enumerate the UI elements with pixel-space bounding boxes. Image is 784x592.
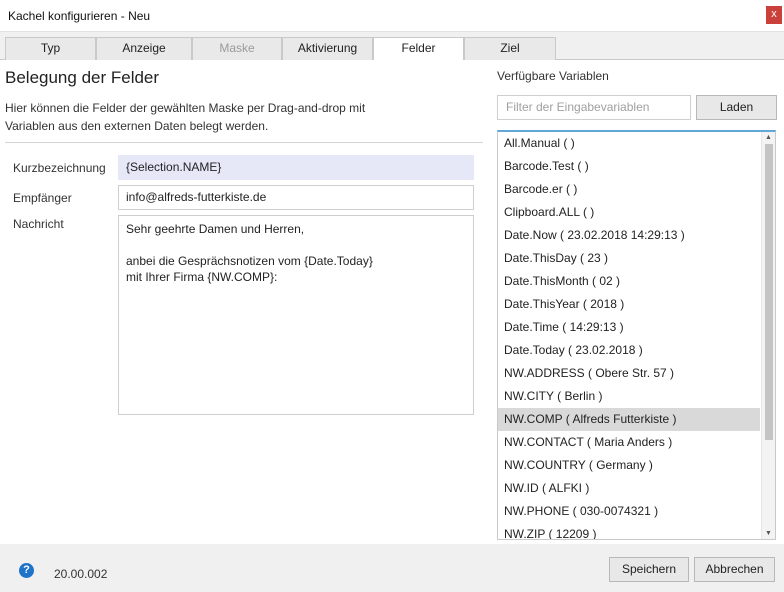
empfaenger-input[interactable]: info@alfreds-futterkiste.de (118, 185, 474, 210)
close-button[interactable]: x (766, 6, 782, 24)
help-icon[interactable]: ? (19, 563, 34, 578)
variable-item[interactable]: Barcode.er ( ) (498, 178, 760, 201)
page-title: Belegung der Felder (5, 68, 160, 87)
variable-item-selected[interactable]: NW.COMP ( Alfreds Futterkiste ) (498, 408, 760, 431)
variable-item[interactable]: NW.COUNTRY ( Germany ) (498, 454, 760, 477)
window-title: Kachel konfigurieren - Neu (8, 9, 151, 23)
variable-item[interactable]: NW.ADDRESS ( Obere Str. 57 ) (498, 362, 760, 385)
variable-item[interactable]: Date.Time ( 14:29:13 ) (498, 316, 760, 339)
title-bar: Kachel konfigurieren - Neu x (0, 0, 784, 32)
tab-maske: Maske (192, 37, 282, 60)
divider (5, 142, 483, 143)
tab-aktivierung[interactable]: Aktivierung (282, 37, 373, 60)
cancel-button[interactable]: Abbrechen (694, 557, 775, 582)
tab-felder[interactable]: Felder (373, 37, 464, 61)
variable-item[interactable]: Date.ThisMonth ( 02 ) (498, 270, 760, 293)
variable-item[interactable]: Date.ThisYear ( 2018 ) (498, 293, 760, 316)
variable-item[interactable]: NW.ID ( ALFKI ) (498, 477, 760, 500)
tab-ziel[interactable]: Ziel (464, 37, 556, 60)
variable-item[interactable]: Date.Now ( 23.02.2018 14:29:13 ) (498, 224, 760, 247)
nachricht-label: Nachricht (13, 217, 64, 231)
variable-item[interactable]: All.Manual ( ) (498, 132, 760, 155)
tab-bar: Typ Anzeige Maske Aktivierung Felder Zie… (0, 32, 784, 61)
variable-list-scrollbar[interactable]: ▲ ▼ (761, 132, 775, 539)
variable-item[interactable]: Date.ThisDay ( 23 ) (498, 247, 760, 270)
scroll-down-icon[interactable]: ▼ (762, 528, 775, 539)
nachricht-textarea[interactable]: Sehr geehrte Damen und Herren, anbei die… (118, 215, 474, 415)
scroll-up-icon[interactable]: ▲ (762, 132, 775, 144)
empfaenger-label: Empfänger (13, 191, 72, 205)
tab-anzeige[interactable]: Anzeige (96, 37, 192, 60)
variable-item[interactable]: NW.ZIP ( 12209 ) (498, 523, 760, 539)
description-text: Hier können die Felder der gewählten Mas… (5, 101, 366, 133)
load-button[interactable]: Laden (696, 95, 777, 120)
save-button[interactable]: Speichern (609, 557, 689, 582)
variable-item[interactable]: Date.Today ( 23.02.2018 ) (498, 339, 760, 362)
tab-typ[interactable]: Typ (5, 37, 96, 60)
scrollbar-thumb[interactable] (765, 144, 773, 440)
variable-item[interactable]: Barcode.Test ( ) (498, 155, 760, 178)
variable-item[interactable]: NW.CITY ( Berlin ) (498, 385, 760, 408)
variable-filter-input[interactable]: Filter der Eingabevariablen (497, 95, 691, 120)
variables-heading: Verfügbare Variablen (497, 69, 609, 83)
variable-item[interactable]: Clipboard.ALL ( ) (498, 201, 760, 224)
kurzbezeichnung-label: Kurzbezeichnung (13, 161, 106, 175)
footer: ? 20.00.002 Speichern Abbrechen (0, 544, 784, 592)
variable-item[interactable]: NW.PHONE ( 030-0074321 ) (498, 500, 760, 523)
content-panel: Belegung der Felder Hier können die Feld… (0, 60, 784, 544)
variable-item[interactable]: NW.CONTACT ( Maria Anders ) (498, 431, 760, 454)
kurzbezeichnung-input[interactable]: {Selection.NAME} (118, 155, 474, 180)
variable-list: All.Manual ( ) Barcode.Test ( ) Barcode.… (497, 130, 776, 540)
version-label: 20.00.002 (54, 567, 108, 581)
